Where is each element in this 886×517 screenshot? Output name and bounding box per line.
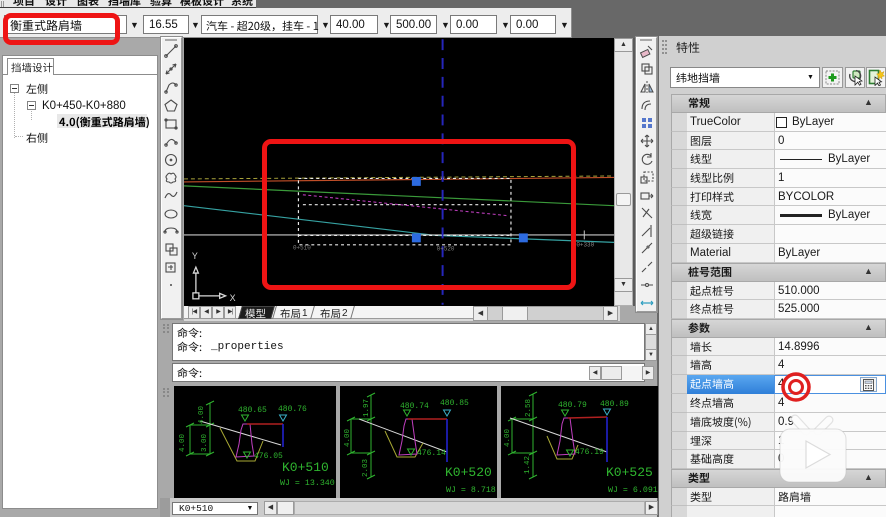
svg-text:480.79: 480.79 [558,401,587,410]
svg-text:4.00: 4.00 [344,428,352,447]
svg-text:Y: Y [192,251,198,261]
svg-text:480.74: 480.74 [400,402,429,411]
svg-text:WJ = 6.091: WJ = 6.091 [608,486,658,495]
svg-text:X: X [230,293,236,303]
svg-text:4.00: 4.00 [504,428,512,447]
svg-text:1.97: 1.97 [363,399,371,417]
svg-text:3.00: 3.00 [201,433,209,452]
svg-text:K0+520: K0+520 [445,465,492,480]
svg-text:476.05: 476.05 [254,452,283,461]
svg-text:480.85: 480.85 [440,399,469,408]
svg-text:2.03: 2.03 [362,458,370,477]
svg-text:0+330: 0+330 [576,241,594,248]
svg-text:WJ = 13.340: WJ = 13.340 [280,479,335,488]
svg-text:480.89: 480.89 [600,400,629,409]
svg-text:4.00: 4.00 [198,405,206,424]
svg-text:4.00: 4.00 [179,433,187,452]
svg-text:1.42: 1.42 [524,456,532,474]
svg-text:K0+510: K0+510 [282,460,329,475]
svg-text:476.19: 476.19 [575,448,604,457]
svg-text:K0+525: K0+525 [606,465,653,480]
svg-text:476.14: 476.14 [417,449,446,458]
svg-text:480.65: 480.65 [238,406,267,415]
svg-text:480.76: 480.76 [278,405,307,414]
svg-text:WJ = 8.718: WJ = 8.718 [446,486,496,495]
svg-text:2.58: 2.58 [525,399,533,417]
